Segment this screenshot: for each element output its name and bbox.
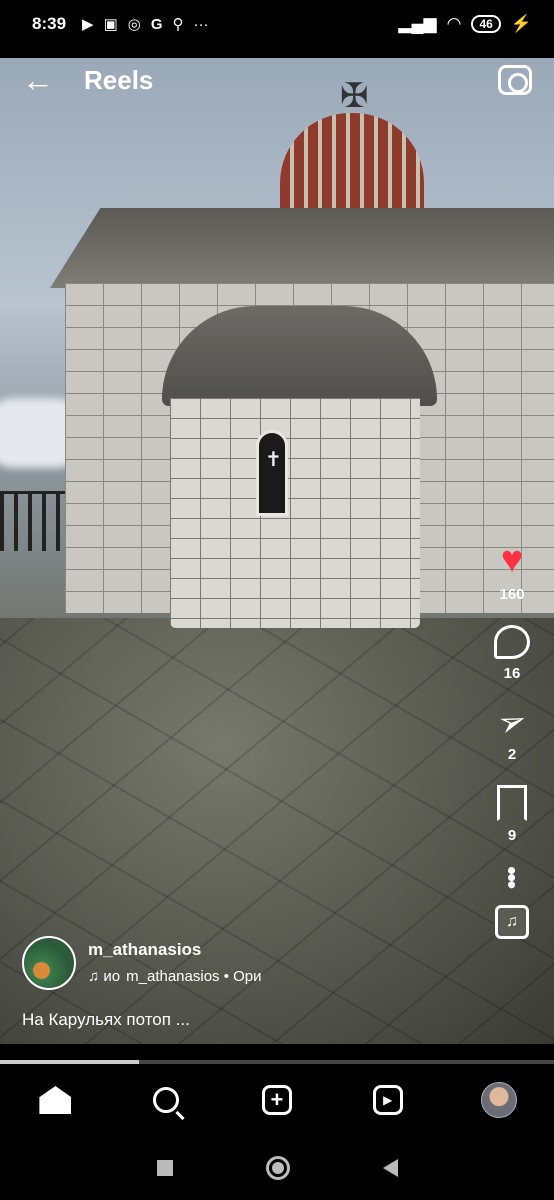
create-icon[interactable]: + xyxy=(261,1085,292,1115)
reels-icon[interactable]: ▶ xyxy=(372,1085,403,1115)
apse xyxy=(170,398,420,628)
status-notification-icons: ▶ ▣ ◎ G ⚲ ··· xyxy=(82,15,209,34)
back-arrow-icon[interactable]: ← xyxy=(22,64,54,96)
save-count: 9 xyxy=(507,827,517,844)
home-icon[interactable] xyxy=(39,1086,72,1114)
reels-header: ← Reels xyxy=(0,58,554,102)
reel-actions: ♥ 160 16 ➢ 2 9 ••• ♫ xyxy=(492,540,532,940)
author-info: m_athanasios ♫ ио m_athanasios • Ори xyxy=(88,936,262,985)
send-icon[interactable]: ➢ xyxy=(492,699,532,744)
author-username[interactable]: m_athanasios xyxy=(88,940,262,960)
camera-icon[interactable] xyxy=(498,65,532,95)
audio-attribution[interactable]: ♫ ио m_athanasios • Ори xyxy=(88,968,262,985)
save-button[interactable]: 9 xyxy=(497,785,527,844)
author-avatar[interactable] xyxy=(22,936,76,990)
signal-icon: ▂▄▆ xyxy=(398,14,437,33)
youtube-icon: ▣ xyxy=(103,16,118,33)
comment-button[interactable]: 16 xyxy=(494,625,530,682)
arched-window xyxy=(256,430,288,516)
audio-track-icon[interactable]: ♫ xyxy=(495,905,529,940)
audio-source: m_athanasios • Ори xyxy=(126,968,262,985)
status-bar: 8:39 ▶ ▣ ◎ G ⚲ ··· ▂▄▆ ◠ 46 ⚡ xyxy=(0,0,554,48)
page-title: Reels xyxy=(84,64,154,95)
keyhole-icon: ⚲ xyxy=(172,16,184,33)
share-button[interactable]: ➢ 2 xyxy=(492,699,532,763)
charging-icon: ⚡ xyxy=(510,14,532,33)
church-dome xyxy=(280,113,424,213)
share-count: 2 xyxy=(507,746,517,763)
nav-search-button[interactable] xyxy=(146,1080,186,1120)
nav-profile-button[interactable] xyxy=(479,1080,519,1120)
bottom-navigation: + ▶ xyxy=(0,1064,554,1136)
church-roof xyxy=(50,208,554,288)
audio-note: ♫ ио xyxy=(88,968,121,985)
more-dots-icon: ··· xyxy=(193,15,209,33)
reel-author: m_athanasios ♫ ио m_athanasios • Ори xyxy=(22,936,262,990)
nav-home-button[interactable] xyxy=(35,1080,75,1120)
reel-caption[interactable]: На Карульях потоп ... xyxy=(22,1010,190,1030)
battery-indicator: 46 xyxy=(471,15,501,33)
bookmark-icon[interactable] xyxy=(497,785,527,821)
mi-icon: ◎ xyxy=(127,16,141,33)
wifi-icon: ◠ xyxy=(446,14,462,33)
back-system-icon[interactable] xyxy=(382,1159,398,1177)
comment-icon[interactable] xyxy=(494,625,530,659)
more-options-icon[interactable]: ••• xyxy=(497,866,527,887)
heart-icon[interactable]: ♥ xyxy=(501,540,524,580)
nav-create-button[interactable]: + xyxy=(257,1080,297,1120)
recents-icon[interactable] xyxy=(156,1160,173,1176)
home-system-icon[interactable] xyxy=(265,1156,290,1180)
nav-reels-button[interactable]: ▶ xyxy=(368,1080,408,1120)
status-right: ▂▄▆ ◠ 46 ⚡ xyxy=(398,14,532,34)
system-navigation xyxy=(0,1136,554,1200)
google-icon: G xyxy=(150,15,163,33)
profile-avatar[interactable] xyxy=(480,1082,517,1118)
like-button[interactable]: ♥ 160 xyxy=(499,540,524,603)
search-icon[interactable] xyxy=(153,1087,180,1113)
apse-roof xyxy=(162,306,437,406)
comment-count: 16 xyxy=(503,665,521,682)
like-count: 160 xyxy=(499,586,525,603)
play-icon: ▶ xyxy=(82,16,94,33)
reel-video[interactable]: ✠ xyxy=(0,58,554,1044)
status-time: 8:39 xyxy=(32,14,67,33)
railing xyxy=(0,491,66,551)
